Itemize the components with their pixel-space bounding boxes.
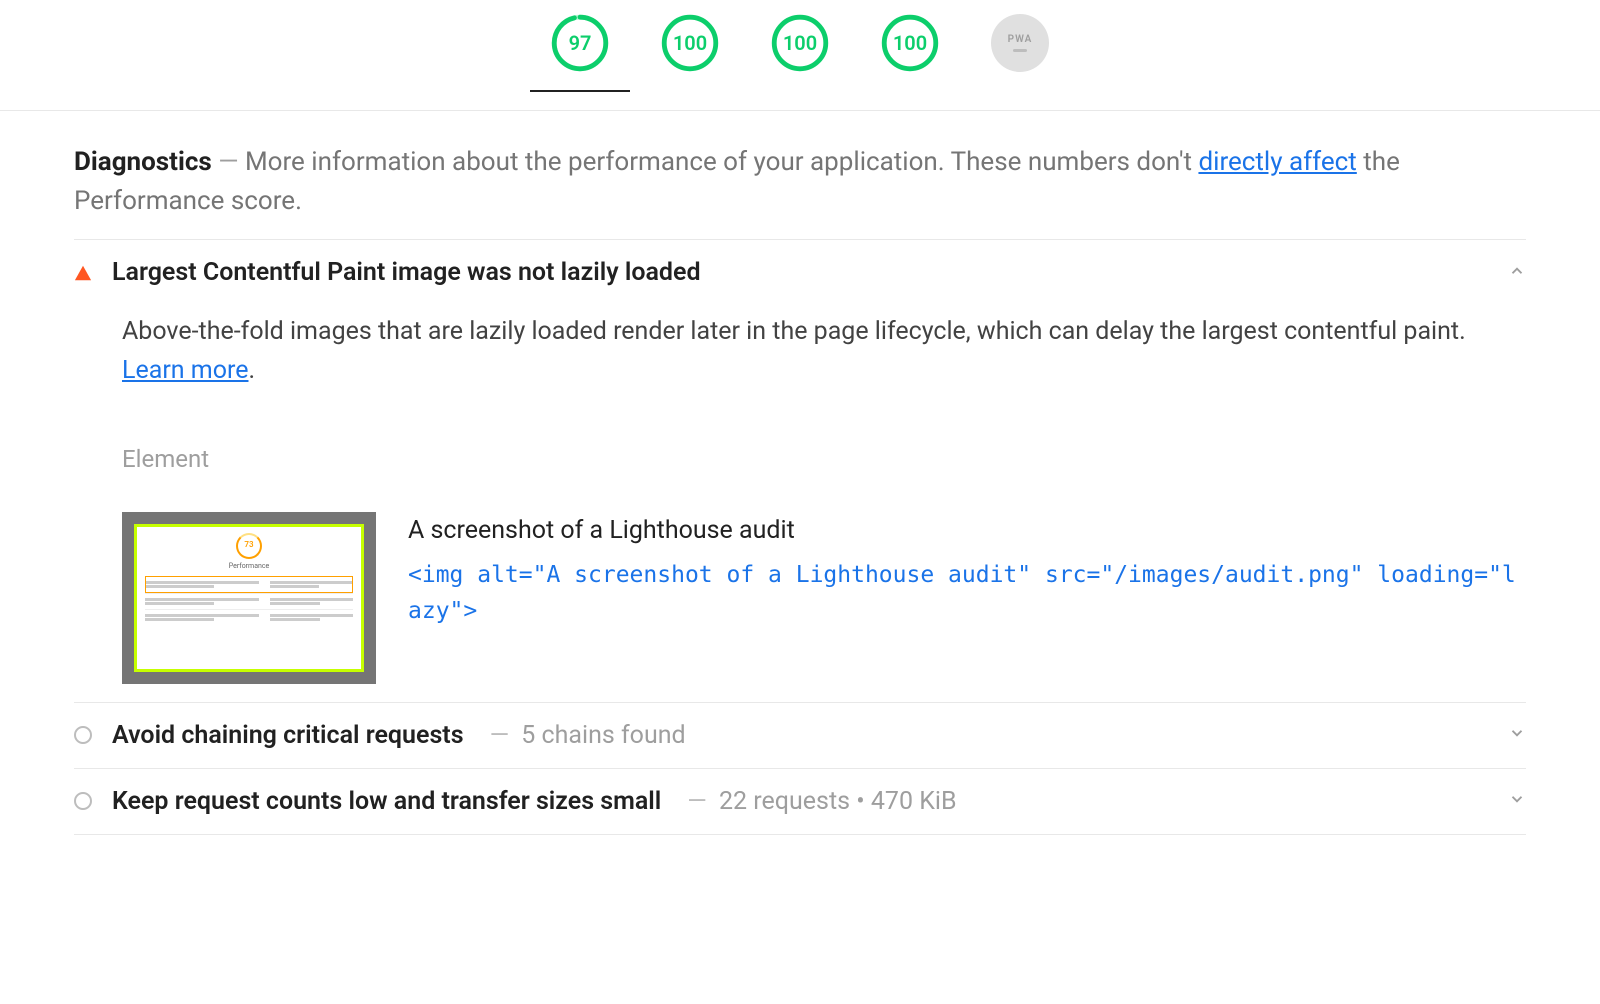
chevron-down-icon: [1508, 790, 1526, 812]
gauge-ring: 100: [771, 14, 829, 72]
audit-subtitle: — 22 requests • 470 KiB: [681, 787, 956, 816]
gauge-pwa[interactable]: PWA: [991, 14, 1049, 92]
gauge-value: 100: [661, 14, 719, 72]
gauge-ring: 97: [551, 14, 609, 72]
audit-request-counts: Keep request counts low and transfer siz…: [74, 769, 1526, 835]
gauge-ring: 100: [661, 14, 719, 72]
active-tab-indicator: [530, 90, 630, 92]
audit-title: Largest Contentful Paint image was not l…: [112, 258, 701, 287]
dash: —: [490, 721, 510, 750]
element-info: A screenshot of a Lighthouse audit <img …: [408, 512, 1526, 630]
audit-subtitle-text: 22 requests • 470 KiB: [719, 787, 957, 816]
element-row: 73 Performance A screenshot of a Lightho…: [122, 512, 1526, 684]
element-code[interactable]: <img alt="A screenshot of a Lighthouse a…: [408, 558, 1526, 629]
element-caption: A screenshot of a Lighthouse audit: [408, 512, 1526, 551]
audit-body: Above-the-fold images that are lazily lo…: [74, 287, 1526, 684]
pwa-label: PWA: [1008, 34, 1033, 45]
chevron-down-icon: [1508, 724, 1526, 746]
diagnostics-header: Diagnostics — More information about the…: [74, 143, 1526, 240]
audit-lcp-lazy: Largest Contentful Paint image was not l…: [74, 240, 1526, 703]
audit-header[interactable]: Avoid chaining critical requests — 5 cha…: [74, 721, 1526, 750]
element-thumbnail[interactable]: 73 Performance: [122, 512, 376, 684]
pwa-dash-icon: [1013, 49, 1027, 52]
chevron-up-icon: [1508, 262, 1526, 284]
learn-more-link[interactable]: Learn more: [122, 356, 248, 385]
element-label: Element: [122, 441, 1526, 478]
gauge-seo[interactable]: 100: [881, 14, 939, 92]
gauge-best-practices[interactable]: 100: [771, 14, 829, 92]
audit-desc-after: .: [248, 356, 255, 385]
info-circle-icon: [74, 792, 92, 810]
thumb-perf-label: Performance: [137, 561, 361, 572]
diagnostics-title: Diagnostics: [74, 147, 212, 177]
audit-chaining-requests: Avoid chaining critical requests — 5 cha…: [74, 703, 1526, 769]
gauge-performance[interactable]: 97: [551, 14, 609, 92]
audit-subtitle-text: 5 chains found: [521, 721, 685, 750]
audit-title: Keep request counts low and transfer siz…: [112, 787, 661, 816]
gauge-value: 100: [771, 14, 829, 72]
audit-desc-before: Above-the-fold images that are lazily lo…: [122, 317, 1466, 346]
gauge-value: 100: [881, 14, 939, 72]
diagnostics-dash: —: [218, 147, 238, 177]
dash: —: [687, 787, 707, 816]
audit-subtitle: — 5 chains found: [484, 721, 686, 750]
gauge-ring: 100: [881, 14, 939, 72]
info-circle-icon: [74, 726, 92, 744]
score-gauge-bar: 97 100 100 100 PWA: [0, 0, 1600, 111]
gauge-value: 97: [551, 14, 609, 72]
audit-header[interactable]: Keep request counts low and transfer siz…: [74, 787, 1526, 816]
diagnostics-desc-before: More information about the performance o…: [245, 147, 1199, 177]
warning-triangle-icon: [74, 264, 92, 282]
gauge-accessibility[interactable]: 100: [661, 14, 719, 92]
audit-header[interactable]: Largest Contentful Paint image was not l…: [74, 258, 1526, 287]
pwa-badge: PWA: [991, 14, 1049, 72]
thumb-gauge: 73: [236, 533, 262, 559]
diagnostics-link[interactable]: directly affect: [1198, 147, 1356, 177]
audit-title: Avoid chaining critical requests: [112, 721, 464, 750]
